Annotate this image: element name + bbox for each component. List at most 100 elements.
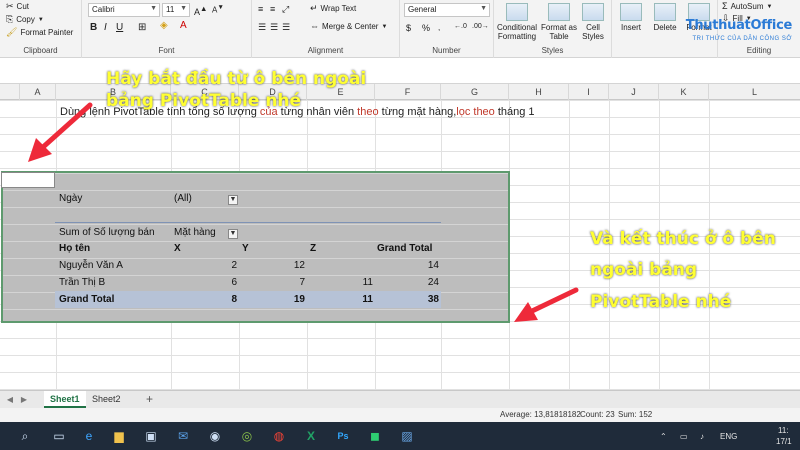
sheet-tab-sheet1[interactable]: Sheet1 bbox=[44, 391, 86, 408]
filter-dropdown-icon[interactable]: ▼ bbox=[228, 195, 238, 205]
format-as-table-button[interactable]: Format as Table bbox=[538, 3, 580, 41]
pivot-col-item: Y bbox=[242, 243, 249, 254]
bold-button[interactable]: B bbox=[90, 22, 97, 33]
font-size-select[interactable]: 11 ▼ bbox=[162, 3, 190, 17]
italic-button[interactable]: I bbox=[104, 22, 107, 33]
column-filter-dropdown-icon[interactable]: ▼ bbox=[228, 229, 238, 239]
decrease-decimal-button[interactable]: .00→ bbox=[472, 23, 489, 30]
column-header[interactable]: I bbox=[569, 84, 609, 100]
currency-button[interactable]: $ bbox=[406, 23, 411, 33]
file-explorer-icon[interactable]: ▆ bbox=[110, 427, 128, 445]
cell-styles-icon bbox=[582, 3, 604, 21]
next-sheet-icon[interactable]: ▶ bbox=[18, 391, 30, 408]
column-header[interactable]: A bbox=[20, 84, 56, 100]
autosum-button[interactable]: Σ AutoSum ▼ bbox=[722, 1, 772, 12]
mail-icon[interactable]: ✉ bbox=[174, 427, 192, 445]
end-annotation: Và kết thúc ở ô bên ngoài bảng PivotTabl… bbox=[590, 229, 776, 312]
font-group-label: Font bbox=[158, 46, 175, 55]
table-icon bbox=[548, 3, 570, 21]
sigma-icon: Σ bbox=[722, 1, 728, 11]
pivot-row-label: Họ tên bbox=[59, 243, 91, 254]
styles-group: Conditional Formatting Format as Table C… bbox=[494, 0, 612, 58]
copy-button[interactable]: ⎘ Copy ▼ bbox=[6, 15, 44, 25]
align-right-button[interactable]: ☰ bbox=[282, 22, 290, 33]
comma-button[interactable]: , bbox=[438, 23, 440, 32]
column-header[interactable]: L bbox=[709, 84, 800, 100]
conditional-formatting-icon bbox=[506, 3, 528, 21]
grow-font-button[interactable]: A▲ bbox=[194, 4, 207, 17]
align-top-button[interactable]: ≡ bbox=[258, 4, 263, 14]
align-left-button[interactable]: ☰ bbox=[258, 22, 266, 33]
orientation-icon: ⤢ bbox=[282, 4, 290, 14]
number-group: General ▼ $ % , ←.0 .00→ Number bbox=[400, 0, 494, 58]
align-center-button[interactable]: ☰ bbox=[270, 22, 278, 33]
shrink-font-icon: A▼ bbox=[212, 4, 224, 15]
network-icon[interactable]: ▭ bbox=[680, 432, 688, 441]
tray-chevron-icon[interactable]: ⌃ bbox=[660, 432, 667, 441]
active-cell[interactable] bbox=[1, 172, 55, 188]
borders-button[interactable]: ⊞ bbox=[138, 22, 146, 33]
photoshop-icon[interactable]: Ps bbox=[334, 427, 352, 445]
shrink-font-button[interactable]: A▼ bbox=[212, 4, 224, 15]
pivot-col-item: Grand Total bbox=[377, 243, 433, 254]
column-header[interactable]: K bbox=[659, 84, 709, 100]
pivot-grand-cell: 19 bbox=[293, 294, 305, 305]
pivot-col-item: X bbox=[174, 243, 181, 254]
editing-group-label: Editing bbox=[746, 46, 772, 55]
prev-sheet-icon[interactable]: ◀ bbox=[4, 391, 16, 408]
pivot-column-label: Mặt hàng bbox=[174, 227, 216, 238]
percent-button[interactable]: % bbox=[422, 23, 430, 33]
store-icon[interactable]: ▣ bbox=[142, 427, 160, 445]
column-header[interactable]: G bbox=[441, 84, 509, 100]
column-header[interactable]: H bbox=[509, 84, 569, 100]
merge-center-button[interactable]: ⇔ Merge & Center ▼ bbox=[310, 22, 387, 32]
increase-decimal-button[interactable]: ←.0 bbox=[454, 23, 467, 30]
comma-icon: , bbox=[438, 23, 441, 32]
select-all-corner[interactable] bbox=[0, 84, 20, 100]
chevron-down-icon: ▼ bbox=[150, 5, 157, 12]
underline-button[interactable]: U bbox=[116, 22, 123, 33]
status-bar: Average: 13,81818182 Count: 23 Sum: 152 bbox=[0, 408, 800, 422]
grow-font-icon: A▲ bbox=[194, 4, 208, 17]
task-view-icon[interactable]: ▭ bbox=[50, 427, 68, 445]
pivot-cell: 7 bbox=[299, 277, 305, 288]
orientation-button[interactable]: ⤢ bbox=[282, 4, 289, 15]
pivot-filter-value: (All) bbox=[174, 193, 192, 204]
wrap-text-button[interactable]: ↵ Wrap Text bbox=[310, 4, 356, 14]
excel-icon[interactable]: X bbox=[302, 427, 320, 445]
pivot-cell: 12 bbox=[293, 260, 305, 271]
cell-styles-button[interactable]: Cell Styles bbox=[576, 3, 610, 41]
cut-button[interactable]: ✂ Cut bbox=[6, 2, 29, 12]
sheet-tab-sheet2[interactable]: Sheet2 bbox=[86, 391, 127, 408]
edge-browser-icon[interactable]: e bbox=[80, 427, 98, 445]
underline-icon: U bbox=[116, 22, 124, 33]
photos-app-icon[interactable]: ▨ bbox=[398, 427, 416, 445]
site-logo-tagline: TRI THỨC CỦA DÂN CÔNG SỞ bbox=[692, 36, 792, 42]
delete-button[interactable]: Delete bbox=[648, 3, 682, 32]
media-app-icon[interactable]: ◎ bbox=[238, 427, 256, 445]
align-middle-button[interactable]: ≡ bbox=[270, 4, 275, 14]
fill-color-button[interactable]: ◈ bbox=[160, 20, 168, 31]
clock-time[interactable]: 11: bbox=[778, 426, 789, 435]
chrome-icon[interactable]: ◍ bbox=[270, 427, 288, 445]
pivot-row-name: Trần Thị B bbox=[59, 277, 106, 288]
number-format-select[interactable]: General ▼ bbox=[404, 3, 490, 17]
add-sheet-icon[interactable]: + bbox=[140, 391, 159, 408]
status-sum: Sum: 152 bbox=[618, 410, 653, 419]
format-painter-button[interactable]: 🖌 Format Painter bbox=[6, 28, 73, 38]
conditional-formatting-button[interactable]: Conditional Formatting bbox=[496, 3, 538, 41]
align-left-icon: ☰ bbox=[258, 22, 267, 32]
status-average: Average: 13,81818182 bbox=[500, 410, 581, 419]
language-indicator[interactable]: ENG bbox=[720, 432, 737, 441]
pivot-header-line bbox=[55, 222, 441, 223]
clock-date[interactable]: 17/1 bbox=[776, 437, 792, 446]
chat-app-icon[interactable]: ◼ bbox=[366, 427, 384, 445]
font-color-button[interactable]: A bbox=[180, 20, 187, 31]
insert-button[interactable]: Insert bbox=[614, 3, 648, 32]
column-header[interactable]: J bbox=[609, 84, 659, 100]
volume-icon[interactable]: ♪ bbox=[700, 432, 704, 441]
font-family-select[interactable]: Calibri ▼ bbox=[88, 3, 160, 17]
camera-app-icon[interactable]: ◉ bbox=[206, 427, 224, 445]
search-icon[interactable]: ⌕ bbox=[16, 427, 34, 445]
column-header[interactable]: F bbox=[375, 84, 441, 100]
